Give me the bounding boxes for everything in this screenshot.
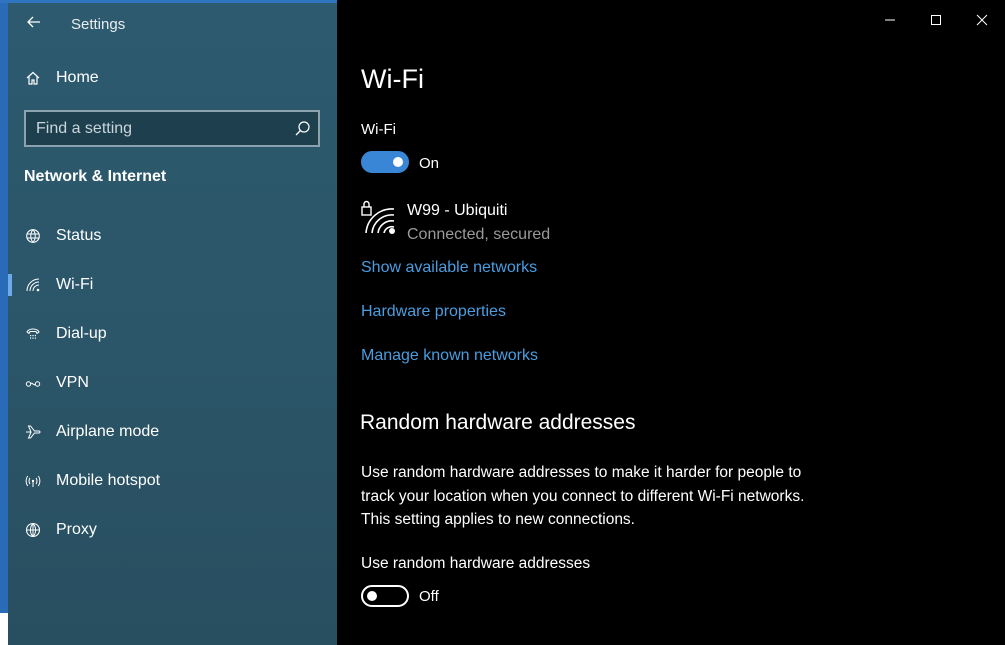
- sidebar: Settings Home Network & Internet Status: [8, 3, 337, 645]
- section-title: Network & Internet: [24, 168, 167, 185]
- minimize-icon: [885, 19, 895, 21]
- maximize-button[interactable]: [913, 0, 959, 40]
- wifi-toggle[interactable]: [361, 151, 409, 173]
- random-hw-toggle-label: Use random hardware addresses: [361, 555, 591, 572]
- search-input[interactable]: [36, 112, 286, 145]
- sidebar-item-label: Status: [56, 227, 102, 244]
- caption-buttons: [867, 0, 1005, 40]
- wifi-toggle-label: Wi-Fi: [361, 121, 396, 138]
- toggle-knob: [367, 591, 377, 601]
- sidebar-item-wifi[interactable]: Wi-Fi: [8, 261, 337, 310]
- active-indicator: [8, 274, 12, 296]
- wifi-icon: [26, 278, 40, 292]
- close-button[interactable]: [959, 0, 1005, 40]
- sidebar-item-label: VPN: [56, 374, 89, 391]
- sidebar-item-label: Dial-up: [56, 325, 107, 342]
- random-hw-toggle[interactable]: [361, 585, 409, 607]
- sidebar-item-vpn[interactable]: VPN: [8, 359, 337, 408]
- manage-known-networks-link[interactable]: Manage known networks: [361, 347, 538, 365]
- sidebar-item-label: Airplane mode: [56, 423, 160, 440]
- sidebar-item-dial-up[interactable]: Dial-up: [8, 310, 337, 359]
- background-window-edge: [0, 3, 8, 613]
- wifi-toggle-state: On: [419, 155, 440, 172]
- page-title: Wi-Fi: [361, 64, 424, 94]
- random-hw-toggle-state: Off: [419, 588, 439, 605]
- window-title: Settings: [71, 16, 126, 33]
- title-bar: Settings: [8, 3, 337, 43]
- globe-icon: [25, 522, 41, 538]
- home-icon: [26, 71, 40, 85]
- sidebar-item-mobile-hotspot[interactable]: Mobile hotspot: [8, 457, 337, 506]
- sidebar-item-airplane-mode[interactable]: Airplane mode: [8, 408, 337, 457]
- sidebar-item-label: Proxy: [56, 521, 97, 538]
- show-available-networks-link[interactable]: Show available networks: [361, 259, 537, 277]
- minimize-button[interactable]: [867, 0, 913, 40]
- toggle-knob: [393, 157, 403, 167]
- sidebar-item-label: Wi-Fi: [56, 276, 94, 293]
- search-icon: [295, 121, 310, 136]
- sidebar-item-status[interactable]: Status: [8, 212, 337, 261]
- maximize-icon: [931, 15, 941, 25]
- search-box[interactable]: [24, 110, 320, 147]
- random-hw-description: Use random hardware addresses to make it…: [361, 464, 805, 528]
- home-nav-item[interactable]: Home: [8, 64, 337, 94]
- random-hw-heading: Random hardware addresses: [360, 411, 636, 434]
- sidebar-item-proxy[interactable]: Proxy: [8, 506, 337, 555]
- main-content: Wi-Fi Wi-Fi On W99 - Ubiquiti Connected,…: [337, 0, 1005, 645]
- back-arrow-icon: [27, 16, 40, 28]
- hardware-properties-link[interactable]: Hardware properties: [361, 303, 506, 321]
- globe-status-icon: [26, 229, 40, 243]
- network-name: W99 - Ubiquiti: [407, 202, 508, 219]
- back-button[interactable]: [22, 10, 46, 34]
- vpn-icon: [25, 381, 41, 387]
- dial-up-icon: [26, 328, 40, 339]
- close-icon: [976, 14, 988, 26]
- sidebar-item-label: Mobile hotspot: [56, 472, 161, 489]
- home-label: Home: [56, 69, 99, 86]
- airplane-icon: [26, 425, 41, 439]
- hotspot-icon: [25, 475, 41, 487]
- connected-network[interactable]: W99 - Ubiquiti Connected, secured: [361, 197, 661, 247]
- secured-wifi-icon: [361, 200, 395, 234]
- network-status: Connected, secured: [407, 226, 551, 243]
- sidebar-nav: Status Wi-Fi Dial-up VPN Airplane mode M…: [8, 212, 337, 555]
